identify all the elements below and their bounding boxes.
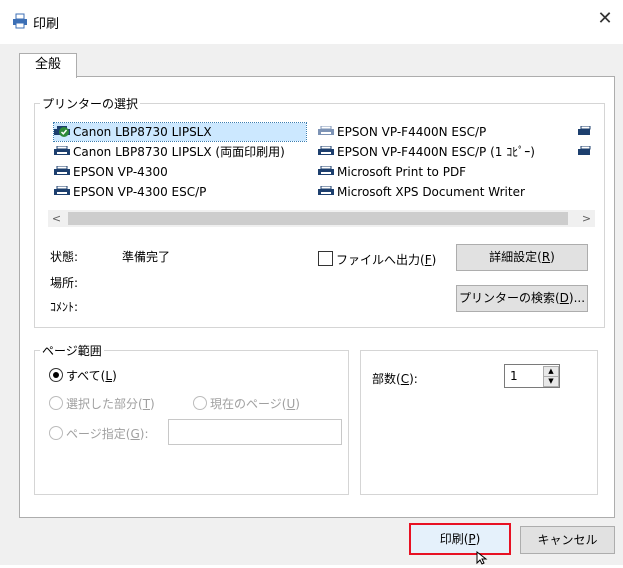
tab-general[interactable]: 全般 — [19, 53, 77, 78]
printer-name: EPSON VP-4300 — [73, 165, 168, 179]
printer-icon — [318, 164, 334, 175]
selection-label[interactable]: 選択した部分(T) — [66, 395, 155, 412]
printer-icon — [54, 144, 70, 155]
all-pages-label[interactable]: すべて(L) — [66, 367, 117, 384]
all-pages-radio[interactable] — [49, 368, 63, 382]
copies-input[interactable]: 1 ▲ ▼ — [504, 364, 560, 388]
printer-icon — [54, 164, 70, 175]
comment-label: ｺﾒﾝﾄ: — [50, 300, 79, 314]
printer-name: Canon LBP8730 LIPSLX — [73, 125, 212, 139]
printer-name: EPSON VP-F4400N ESC/P (1 ｺﾋﾟｰ) — [337, 145, 535, 159]
print-dialog: 印刷 ✕ 全般 プリンターの選択 Canon LBP8730 LIPSLX Ca… — [0, 0, 623, 565]
printer-icon — [318, 124, 334, 135]
copies-label: 部数(C): — [372, 372, 418, 386]
preferences-button[interactable]: 詳細設定(R) — [456, 244, 588, 271]
printer-item[interactable]: Canon LBP8730 LIPSLX (両面印刷用) — [54, 143, 285, 161]
window-title: 印刷 — [33, 17, 60, 32]
printer-list[interactable]: Canon LBP8730 LIPSLX Canon LBP8730 LIPSL… — [48, 121, 595, 207]
location-label: 場所: — [50, 276, 79, 290]
printer-icon — [12, 13, 28, 29]
close-icon[interactable]: ✕ — [595, 9, 615, 29]
selection-radio[interactable] — [49, 396, 63, 410]
title-bar: 印刷 ✕ — [0, 0, 623, 44]
mouse-cursor-icon — [476, 550, 488, 565]
printer-item[interactable]: Microsoft Print to PDF — [318, 163, 466, 181]
printer-item[interactable]: Microsoft XPS Document Writer — [318, 183, 525, 201]
horizontal-scrollbar[interactable]: < > — [48, 210, 595, 227]
printer-item[interactable]: EPSON VP-F4400N ESC/P (1 ｺﾋﾟｰ) — [318, 143, 535, 161]
printer-item[interactable]: EPSON VP-4300 ESC/P — [54, 183, 206, 201]
printer-icon — [318, 144, 334, 155]
printer-icon — [54, 184, 70, 195]
find-printer-button[interactable]: プリンターの検索(D)... — [456, 285, 588, 312]
current-page-label[interactable]: 現在のページ(U) — [210, 395, 300, 412]
printer-name: EPSON VP-F4400N ESC/P — [337, 125, 487, 139]
printer-icon — [578, 145, 594, 157]
scroll-right-button[interactable]: > — [578, 210, 595, 227]
spin-down-button[interactable]: ▼ — [543, 376, 559, 387]
printer-item[interactable]: Canon LBP8730 LIPSLX — [53, 122, 307, 142]
status-label: 状態: — [50, 250, 79, 264]
printer-icon — [578, 125, 594, 137]
status-value: 準備完了 — [122, 250, 171, 264]
page-range-legend: ページ範囲 — [40, 342, 104, 359]
printer-item[interactable]: EPSON VP-F4400N ESC/P — [318, 123, 486, 141]
scrollbar-thumb[interactable] — [68, 212, 568, 225]
page-spec-input[interactable] — [168, 419, 342, 445]
tab-bar — [0, 44, 623, 76]
scroll-left-button[interactable]: < — [48, 210, 65, 227]
printer-name: Microsoft Print to PDF — [337, 165, 467, 179]
print-to-file-label[interactable]: ファイルへ出力(F) — [336, 251, 436, 268]
page-spec-label[interactable]: ページ指定(G): — [66, 425, 149, 442]
printer-group-legend: プリンターの選択 — [40, 95, 141, 112]
print-to-file-checkbox[interactable] — [318, 251, 333, 266]
printer-icon — [318, 184, 334, 195]
printer-name: Microsoft XPS Document Writer — [337, 185, 525, 199]
page-spec-radio[interactable] — [49, 426, 63, 440]
printer-name: Canon LBP8730 LIPSLX (両面印刷用) — [73, 145, 285, 159]
print-button[interactable]: 印刷(P) — [409, 523, 511, 555]
printer-default-icon — [54, 124, 70, 137]
cancel-button[interactable]: キャンセル — [520, 526, 615, 554]
printer-item[interactable]: EPSON VP-4300 — [54, 163, 168, 181]
printer-name: EPSON VP-4300 ESC/P — [73, 185, 207, 199]
current-page-radio[interactable] — [193, 396, 207, 410]
copies-value: 1 — [510, 369, 518, 383]
